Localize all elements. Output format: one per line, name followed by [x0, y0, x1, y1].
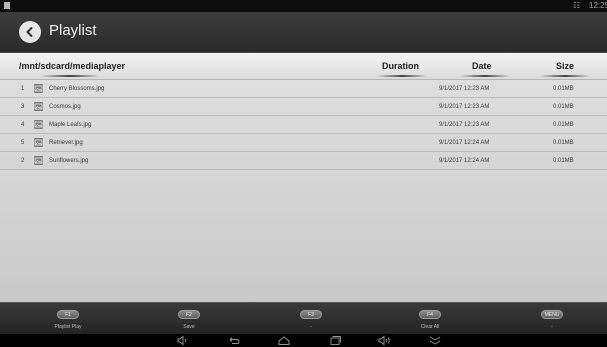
clock: 12:25	[589, 1, 607, 10]
sort-indicator	[540, 75, 590, 77]
f1-playlist-play-button[interactable]: F1 Playlist Play	[28, 303, 108, 330]
key-cap: MENU	[541, 310, 563, 319]
file-name: Cherry Blossoms.jpg	[49, 86, 105, 92]
volume-down-icon[interactable]	[175, 335, 191, 346]
list-item[interactable]: 3 Cosmos.jpg 9/1/2017 12:23 AM 0.01MB	[0, 98, 607, 116]
list-item[interactable]: 4 Maple Leafs.jpg 9/1/2017 12:23 AM 0.01…	[0, 116, 607, 134]
image-file-icon	[34, 102, 43, 111]
item-index: 5	[21, 140, 25, 146]
file-date: 9/1/2017 12:24 AM	[439, 140, 490, 146]
home-icon[interactable]	[276, 335, 292, 346]
file-size: 0.01MB	[553, 158, 574, 164]
app-header: Playlist	[0, 12, 607, 53]
column-duration[interactable]: Duration	[382, 61, 419, 71]
column-date[interactable]: Date	[472, 61, 492, 71]
sort-indicator	[40, 75, 100, 77]
key-label: Clear All	[420, 324, 440, 330]
key-label: -	[310, 324, 312, 330]
system-nav-bar	[0, 334, 607, 347]
column-size[interactable]: Size	[556, 61, 574, 71]
file-size: 0.01MB	[553, 122, 574, 128]
volume-up-icon[interactable]	[377, 335, 393, 346]
current-path: /mnt/sdcard/mediaplayer	[19, 61, 126, 71]
page-title: Playlist	[49, 22, 97, 39]
key-cap: F4	[419, 310, 441, 319]
list-item[interactable]: 2 Sunflowers.jpg 9/1/2017 12:24 AM 0.01M…	[0, 152, 607, 170]
list-item[interactable]: 1 Cherry Blossoms.jpg 9/1/2017 12:23 AM …	[0, 80, 607, 98]
image-file-icon	[34, 84, 43, 93]
image-file-icon	[34, 120, 43, 129]
key-label: Playlist Play	[54, 324, 82, 330]
f3-button[interactable]: F3 -	[271, 303, 351, 330]
file-size: 0.01MB	[553, 104, 574, 110]
back-icon[interactable]	[226, 335, 242, 346]
f4-clear-all-button[interactable]: F4 Clear All	[390, 303, 470, 330]
image-file-icon	[34, 138, 43, 147]
file-date: 9/1/2017 12:23 AM	[439, 86, 490, 92]
sort-indicator	[377, 75, 427, 77]
back-button[interactable]	[19, 21, 41, 43]
file-name: Retriever.jpg	[49, 140, 83, 146]
function-key-bar: F1 Playlist Play F2 Save F3 - F4 Clear A…	[0, 302, 607, 334]
notification-icon	[4, 2, 10, 9]
image-file-icon	[34, 156, 43, 165]
network-icon: ☷	[573, 1, 581, 10]
sort-indicator	[460, 75, 510, 77]
menu-button[interactable]: MENU -	[512, 303, 592, 330]
item-index: 1	[21, 86, 25, 92]
key-label: -	[551, 324, 553, 330]
file-name: Cosmos.jpg	[49, 104, 81, 110]
back-arrow-icon	[26, 27, 33, 37]
key-cap: F3	[300, 310, 322, 319]
f2-save-button[interactable]: F2 Save	[149, 303, 229, 330]
item-index: 3	[21, 104, 25, 110]
file-size: 0.01MB	[553, 140, 574, 146]
status-bar: ☷ 12:25	[0, 0, 607, 12]
recents-icon[interactable]	[327, 335, 343, 346]
key-cap: F2	[178, 310, 200, 319]
key-label: Save	[183, 324, 195, 330]
file-size: 0.01MB	[553, 86, 574, 92]
file-date: 9/1/2017 12:24 AM	[439, 158, 490, 164]
item-index: 2	[21, 158, 25, 164]
file-name: Sunflowers.jpg	[49, 158, 89, 164]
file-date: 9/1/2017 12:23 AM	[439, 122, 490, 128]
list-item[interactable]: 5 Retriever.jpg 9/1/2017 12:24 AM 0.01MB	[0, 134, 607, 152]
collapse-icon[interactable]	[427, 335, 443, 346]
key-cap: F1	[57, 310, 79, 319]
item-index: 4	[21, 122, 25, 128]
column-header: /mnt/sdcard/mediaplayer Duration Date Si…	[0, 53, 607, 80]
file-list: 1 Cherry Blossoms.jpg 9/1/2017 12:23 AM …	[0, 80, 607, 302]
file-date: 9/1/2017 12:23 AM	[439, 104, 490, 110]
file-name: Maple Leafs.jpg	[49, 122, 92, 128]
